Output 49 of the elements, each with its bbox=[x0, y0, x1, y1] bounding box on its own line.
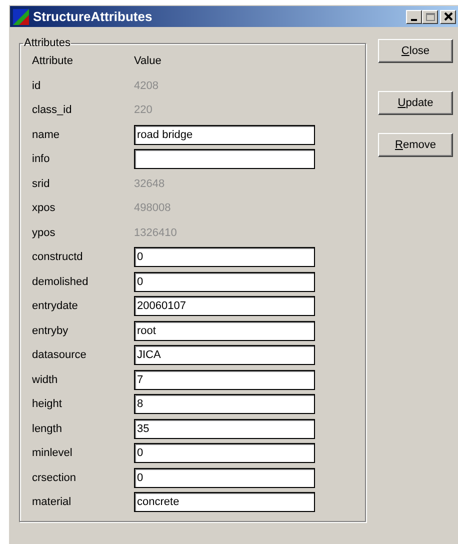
minimize-button[interactable] bbox=[406, 10, 422, 24]
input-field[interactable]: 0 bbox=[134, 468, 315, 488]
attribute-label: ypos bbox=[32, 226, 56, 239]
attribute-label: id bbox=[32, 80, 42, 92]
input-field[interactable]: concrete bbox=[134, 492, 315, 512]
input-field[interactable]: 20060107 bbox=[134, 296, 315, 316]
attribute-label: entrydate bbox=[32, 300, 79, 312]
attribute-value: 498008 bbox=[134, 202, 171, 214]
dialog-button[interactable]: Update bbox=[378, 91, 453, 115]
attribute-value: 1326410 bbox=[134, 226, 177, 239]
group-label: Attributes bbox=[23, 37, 72, 49]
column-header: Value bbox=[134, 55, 162, 68]
attribute-label: minlevel bbox=[32, 447, 74, 460]
dialog-button[interactable]: Close bbox=[378, 39, 453, 63]
input-field[interactable]: 0 bbox=[134, 247, 315, 268]
attribute-label: srid bbox=[32, 178, 51, 190]
minimize-icon bbox=[411, 18, 417, 20]
input-field[interactable]: 0 bbox=[134, 443, 315, 464]
maximize-icon bbox=[426, 12, 434, 20]
close-button[interactable] bbox=[440, 10, 456, 24]
attribute-value: 4208 bbox=[134, 80, 158, 92]
attribute-label: name bbox=[32, 128, 61, 141]
attribute-value: 220 bbox=[134, 104, 152, 116]
column-header: Attribute bbox=[32, 55, 73, 68]
attribute-label: info bbox=[32, 153, 51, 166]
attribute-label: width bbox=[32, 374, 59, 386]
input-field[interactable]: 7 bbox=[134, 370, 315, 390]
input-field[interactable]: root bbox=[134, 320, 315, 341]
attribute-label: material bbox=[32, 496, 72, 508]
window-title: StructureAttributes bbox=[33, 9, 154, 24]
attribute-label: length bbox=[32, 422, 63, 435]
attribute-label: crsection bbox=[32, 472, 78, 484]
input-field[interactable]: JICA bbox=[134, 345, 315, 366]
attribute-label: demolished bbox=[32, 276, 90, 288]
close-icon bbox=[444, 12, 452, 21]
input-field[interactable]: road bridge bbox=[134, 124, 315, 145]
input-field[interactable]: 0 bbox=[134, 272, 315, 292]
input-field[interactable]: 8 bbox=[134, 394, 315, 414]
attribute-label: datasource bbox=[32, 349, 88, 362]
attribute-label: xpos bbox=[32, 202, 56, 214]
attribute-label: constructd bbox=[32, 251, 84, 264]
attribute-label: height bbox=[32, 398, 63, 410]
attribute-value: 32648 bbox=[134, 178, 165, 190]
input-field[interactable]: 35 bbox=[134, 418, 315, 439]
dialog-button[interactable]: Remove bbox=[378, 133, 453, 157]
attribute-label: entryby bbox=[32, 324, 70, 337]
attribute-label: class_id bbox=[32, 104, 73, 116]
input-field[interactable] bbox=[134, 149, 315, 170]
app-icon bbox=[13, 8, 29, 24]
